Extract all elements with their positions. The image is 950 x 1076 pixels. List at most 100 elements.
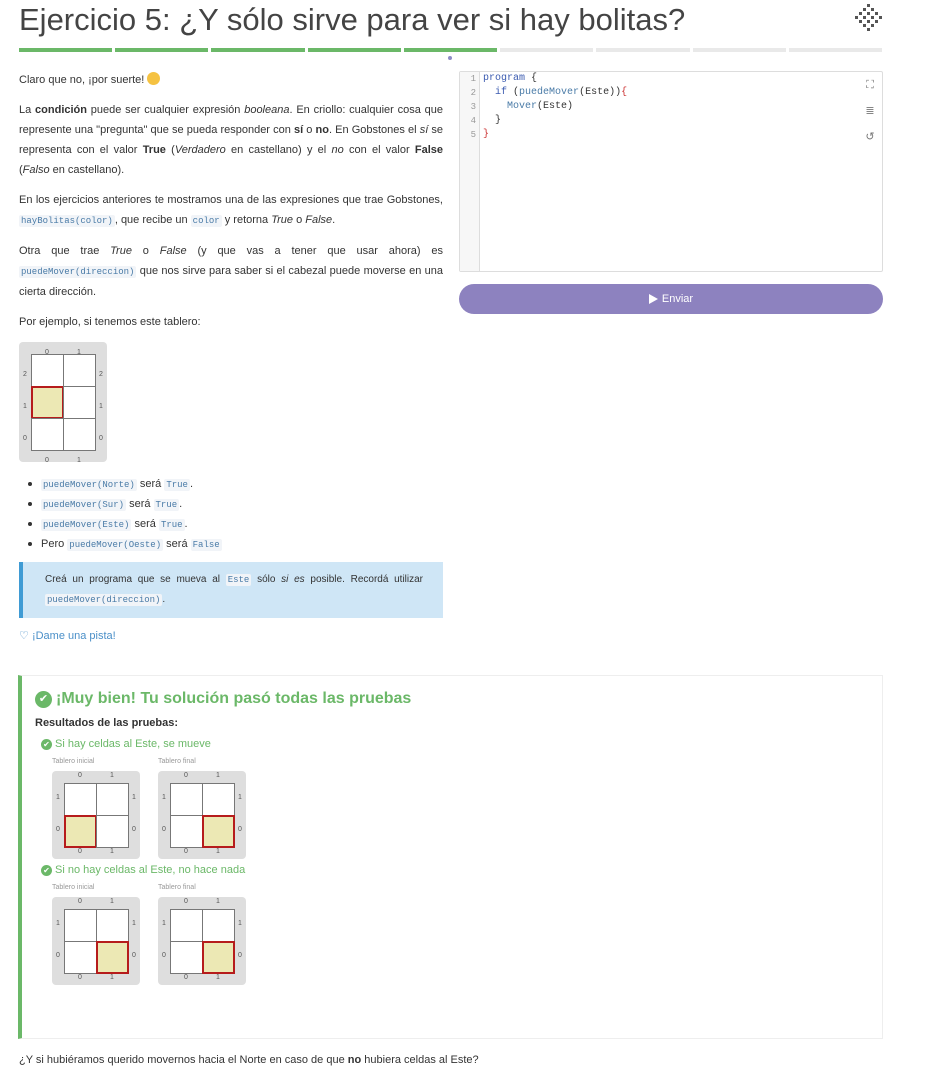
- board-column-label: 0: [184, 974, 188, 981]
- board-row-label: 0: [162, 952, 166, 959]
- test-boards: Tablero inicial 0 0 1 1 1 1 0 0 Tablero final 0 0 1 1…: [52, 879, 882, 985]
- page-title: Ejercicio 5: ¿Y sólo sirve para ver si h…: [19, 2, 686, 37]
- gobstones-board: 0 0 1 1 1 1 0 0: [158, 897, 246, 985]
- board-column-label: 1: [110, 974, 114, 981]
- example-board: 0011221100: [19, 342, 443, 464]
- board-column-label: 1: [216, 848, 220, 855]
- play-icon: [648, 294, 658, 304]
- board-row-label: 1: [162, 920, 166, 927]
- code-value: False: [190, 539, 222, 551]
- code-value: True: [153, 499, 180, 511]
- code-line[interactable]: Mover(Este): [483, 100, 627, 114]
- board-cell: [96, 815, 129, 848]
- line-number: 5: [470, 130, 476, 140]
- board-column-label: 1: [216, 974, 220, 981]
- line-number: 1: [470, 74, 476, 84]
- code-editor[interactable]: 1 2 3 4 5 program { if (puedeMover(Este)){ M…: [459, 71, 883, 272]
- editor-gutter: 1 2 3 4 5: [460, 72, 480, 271]
- board-column-label: 0: [78, 772, 82, 779]
- board-row-label: 0: [132, 952, 136, 959]
- intro-paragraph: Claro que no, ¡por suerte!: [19, 70, 443, 90]
- hint-link[interactable]: ♡ ¡Dame una pista!: [19, 626, 443, 646]
- test-title: ✔ Si no hay celdas al Este, no hace nada: [41, 861, 882, 879]
- test-name: Si no hay celdas al Este, no hace nada: [55, 864, 246, 876]
- progress-segment[interactable]: [115, 48, 209, 52]
- final-board-caption: Tablero final: [158, 758, 196, 765]
- code-haybolitas: hayBolitas(color): [19, 215, 115, 227]
- emoji-icon: [147, 72, 161, 85]
- board-cell: [63, 386, 96, 419]
- board-column-label: 1: [110, 898, 114, 905]
- code-snippet: puedeMover(Oeste): [67, 539, 164, 551]
- haybolitas-paragraph: En los ejercicios anteriores te mostramo…: [19, 194, 443, 227]
- progress-segment[interactable]: [19, 48, 113, 52]
- board-row-label: 1: [162, 794, 166, 801]
- gobstones-board: 0011221100: [19, 342, 107, 464]
- code-snippet: puedeMover(Este): [41, 519, 132, 531]
- board-row-label: 0: [238, 826, 242, 833]
- line-number: 4: [470, 116, 476, 126]
- board-column-label: 0: [184, 772, 188, 779]
- condition-paragraph: La condición puede ser cualquier expresi…: [19, 104, 444, 176]
- initial-board-column: Tablero inicial 0 0 1 1 1 1 0 0: [52, 879, 140, 985]
- board-column-label: 0: [78, 848, 82, 855]
- editor-code[interactable]: program { if (puedeMover(Este)){ Mover(E…: [483, 72, 627, 142]
- progress-segment[interactable]: [500, 48, 594, 52]
- board-row-label: 1: [99, 403, 103, 410]
- code-line[interactable]: if (puedeMover(Este)){: [483, 86, 627, 100]
- board-row-label: 1: [238, 920, 242, 927]
- board-cell-head: [96, 941, 129, 974]
- exercise-progress-bar[interactable]: [19, 48, 882, 52]
- current-exercise-indicator: [448, 56, 452, 60]
- board-cell: [170, 783, 203, 816]
- board-cell: [96, 909, 129, 942]
- gobstones-logo-icon: [855, 4, 882, 31]
- results-subtitle: Resultados de las pruebas:: [35, 717, 179, 729]
- reset-icon[interactable]: ↺: [864, 131, 876, 143]
- board-cell-head: [202, 941, 235, 974]
- code-puedemover-task: puedeMover(direccion): [45, 594, 163, 606]
- expand-icon[interactable]: ⛶: [864, 79, 876, 91]
- progress-segment[interactable]: [211, 48, 305, 52]
- code-line[interactable]: }: [483, 128, 627, 142]
- example-paragraph: Por ejemplo, si tenemos este tablero:: [19, 316, 201, 328]
- progress-segment[interactable]: [788, 48, 882, 52]
- board-cell: [170, 909, 203, 942]
- test-list: ✔ Si hay celdas al Este, se mueve Tablero …: [35, 735, 882, 985]
- code-puedemover: puedeMover(direccion): [19, 266, 137, 278]
- code-line[interactable]: program {: [483, 72, 627, 86]
- progress-segment[interactable]: [307, 48, 401, 52]
- board-column-label: 1: [110, 772, 114, 779]
- board-row-label: 1: [56, 920, 60, 927]
- test-name: Si hay celdas al Este, se mueve: [55, 738, 211, 750]
- board-cell: [170, 941, 203, 974]
- indent-icon[interactable]: ≣: [864, 105, 876, 117]
- progress-segment[interactable]: [692, 48, 786, 52]
- puedemover-examples: puedeMover(Norte) será True. puedeMover(S…: [19, 474, 443, 554]
- progress-segment[interactable]: [403, 48, 498, 52]
- board-row-label: 0: [56, 952, 60, 959]
- initial-board-caption: Tablero inicial: [52, 758, 95, 765]
- board-row-label: 0: [132, 826, 136, 833]
- board-cell: [96, 783, 129, 816]
- board-row-label: 1: [238, 794, 242, 801]
- board-cell: [202, 783, 235, 816]
- test-title: ✔ Si hay celdas al Este, se mueve: [41, 735, 882, 753]
- code-snippet: puedeMover(Sur): [41, 499, 127, 511]
- code-line[interactable]: }: [483, 114, 627, 128]
- board-row-label: 1: [132, 794, 136, 801]
- final-board-column: Tablero final 0 0 1 1 1 1 0 0: [158, 753, 246, 859]
- submit-button[interactable]: Enviar: [459, 284, 883, 314]
- board-row-label: 0: [238, 952, 242, 959]
- board-cell: [64, 783, 97, 816]
- board-cell: [64, 941, 97, 974]
- board-row-label: 0: [56, 826, 60, 833]
- line-number: 3: [470, 102, 476, 112]
- list-item: puedeMover(Sur) será True.: [19, 494, 443, 514]
- board-cell: [31, 418, 64, 451]
- initial-board-caption: Tablero inicial: [52, 884, 95, 891]
- progress-segment[interactable]: [596, 48, 690, 52]
- gobstones-board: 0 0 1 1 1 1 0 0: [52, 897, 140, 985]
- board-cell: [31, 354, 64, 387]
- board-row-label: 0: [99, 435, 103, 442]
